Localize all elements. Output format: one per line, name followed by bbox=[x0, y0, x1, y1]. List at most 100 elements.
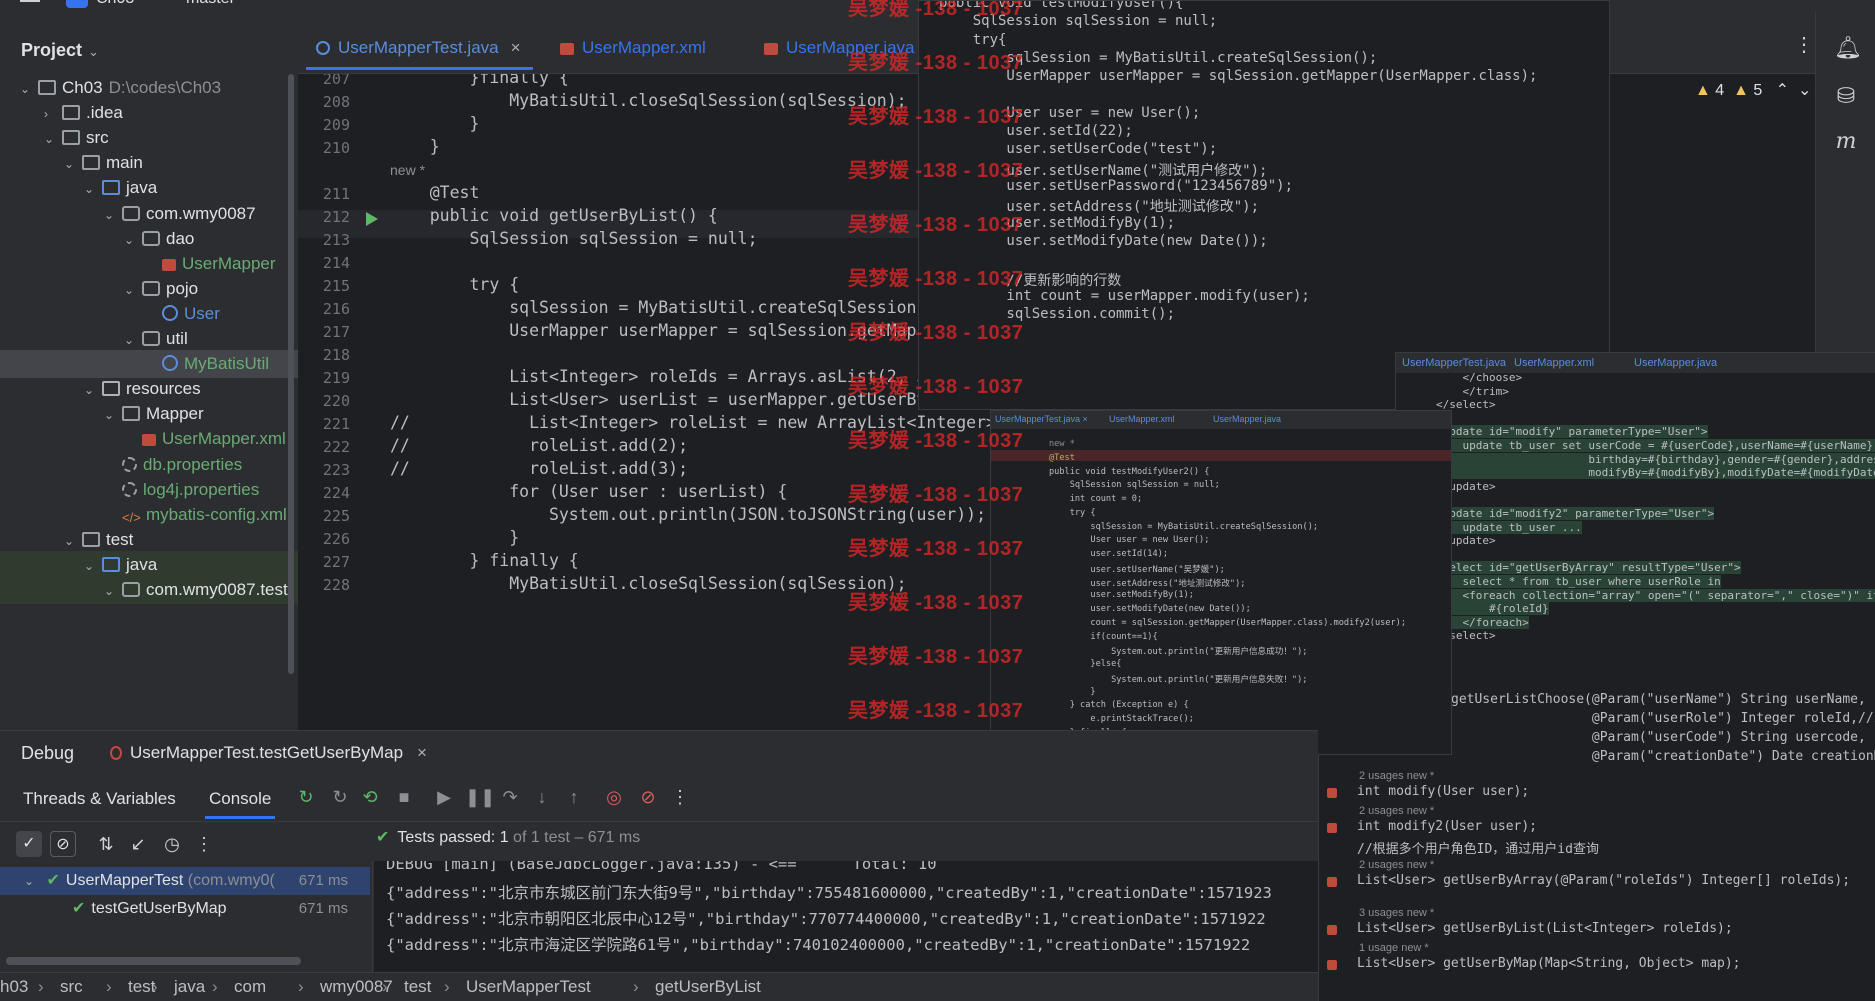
breadcrumb-item[interactable]: getUserByList bbox=[655, 973, 761, 1001]
code-line: } bbox=[390, 528, 520, 547]
test-tree-row[interactable]: ✔ testGetUserByMap 671 ms bbox=[0, 895, 370, 923]
show-passed-icon[interactable]: ✓ bbox=[16, 831, 42, 857]
code-line: } finally { bbox=[390, 551, 579, 570]
restart-icon[interactable]: ⟲ bbox=[359, 786, 381, 808]
breadcrumb-item[interactable]: com bbox=[234, 973, 266, 1001]
rerun-failed-icon[interactable]: ↻ bbox=[329, 786, 351, 808]
xml-config-icon: </> bbox=[122, 509, 141, 525]
package-icon bbox=[142, 331, 160, 346]
sort-icon[interactable]: ⇅ bbox=[94, 831, 118, 857]
mute-breakpoints-icon[interactable]: ⊘ bbox=[637, 786, 659, 808]
notifications-icon[interactable]: 🔔︎ bbox=[1834, 36, 1862, 60]
tree-item-test[interactable]: ⌄ test bbox=[0, 526, 298, 554]
run-test-icon[interactable] bbox=[366, 212, 378, 226]
tree-item-usermapper[interactable]: UserMapper bbox=[0, 250, 298, 278]
import-tests-icon[interactable]: ↙ bbox=[126, 831, 150, 857]
package-icon bbox=[122, 205, 140, 221]
chevron-down-icon: ⌄ bbox=[88, 44, 99, 59]
breadcrumb-item[interactable]: UserMapperTest bbox=[466, 973, 591, 1001]
tree-item-label: UserMapper bbox=[182, 253, 276, 273]
tree-item-mybatisutil[interactable]: MyBatisUtil bbox=[0, 350, 298, 379]
tree-item-resources[interactable]: ⌄ resources bbox=[0, 375, 298, 403]
tree-item-pojo[interactable]: ⌄ pojo bbox=[0, 275, 298, 303]
breadcrumb-item[interactable]: src bbox=[60, 973, 83, 1001]
watermark-text: 吴梦媛 -138 - 1037 bbox=[848, 322, 1024, 344]
rerun-icon[interactable]: ↻ bbox=[295, 786, 317, 808]
tab-console[interactable]: Console bbox=[204, 789, 276, 819]
branch-name[interactable]: master bbox=[186, 0, 235, 8]
tab-usermappertest[interactable]: UserMapperTest.java × bbox=[306, 38, 533, 70]
step-out-icon[interactable]: ↑ bbox=[563, 786, 585, 808]
overlay-code-line: //根据多个用户角色ID，通过用户id查询 bbox=[1357, 842, 1599, 857]
chevron-up-icon[interactable]: ⌃ bbox=[1776, 82, 1789, 99]
chevron-right-icon: › bbox=[444, 977, 450, 996]
show-ignored-icon[interactable]: ⊘ bbox=[50, 831, 76, 857]
tree-item-util[interactable]: ⌄ util bbox=[0, 325, 298, 353]
tree-item-label: MyBatisUtil bbox=[184, 354, 270, 374]
project-panel-title[interactable]: Project ⌄ bbox=[21, 40, 99, 61]
watermark-text: 吴梦媛 -138 - 1037 bbox=[848, 376, 1024, 398]
watermark-text: 吴梦媛 -138 - 1037 bbox=[848, 268, 1024, 290]
chevron-down-icon[interactable]: ⌄ bbox=[104, 577, 118, 605]
stop-icon[interactable]: ■ bbox=[393, 786, 415, 808]
bug-icon bbox=[110, 746, 122, 760]
breadcrumb-item[interactable]: h03 bbox=[0, 973, 28, 1001]
tree-item-dao[interactable]: ⌄ dao bbox=[0, 225, 298, 253]
watermark-text: 吴梦媛 -138 - 1037 bbox=[848, 484, 1024, 506]
breadcrumb-item[interactable]: test bbox=[404, 973, 431, 1001]
tree-item-ch03[interactable]: ⌄ Ch03 D:\codes\Ch03 bbox=[0, 74, 298, 102]
tab-threads-variables[interactable]: Threads & Variables bbox=[23, 789, 176, 809]
overlay-screenshot-modify-user2: UserMapperTest.java × UserMapper.xml Use… bbox=[990, 410, 1452, 755]
tree-item-com-wmy0087[interactable]: ⌄ com.wmy0087 bbox=[0, 200, 298, 228]
more-options-icon[interactable]: ⋮ bbox=[192, 831, 216, 857]
inspection-widget[interactable]: ▲ 4 ▲ 5 ⌃ ⌄ bbox=[1695, 80, 1811, 100]
tree-item-java[interactable]: ⌄ java bbox=[0, 550, 298, 579]
line-number: 226 bbox=[322, 530, 350, 548]
line-number: 216 bbox=[322, 300, 350, 318]
project-badge-icon[interactable] bbox=[66, 0, 88, 8]
main-menu-icon[interactable] bbox=[20, 0, 40, 3]
test-tree-row[interactable]: ⌄ ✔ UserMapperTest (com.wmy0( 671 ms bbox=[0, 867, 370, 895]
step-over-icon[interactable]: ↷ bbox=[499, 786, 521, 808]
tree-item-usermapper-xml[interactable]: UserMapper.xml bbox=[0, 425, 298, 453]
more-options-icon[interactable]: ⋮ bbox=[669, 786, 691, 808]
overlay-tab-bar: UserMapperTest.java × UserMapper.xml Use… bbox=[991, 411, 1451, 429]
maven-icon[interactable]: m bbox=[1834, 130, 1858, 154]
step-into-icon[interactable]: ↓ bbox=[531, 786, 553, 808]
pause-icon[interactable]: ❚❚ bbox=[465, 786, 495, 808]
breadcrumb-item[interactable]: java bbox=[174, 973, 205, 1001]
console-output[interactable]: DEBUG [main] (BaseJdbcLogger.java:135) -… bbox=[374, 861, 1318, 972]
folder-icon bbox=[82, 531, 100, 547]
chevron-right-icon: › bbox=[298, 977, 304, 996]
tree-item-src[interactable]: ⌄ src bbox=[0, 124, 298, 152]
database-icon[interactable]: ⛁ bbox=[1834, 84, 1858, 108]
test-history-icon[interactable]: ◷ bbox=[160, 831, 184, 857]
tree-item--idea[interactable]: › .idea bbox=[0, 99, 298, 127]
tree-item-label: db.properties bbox=[143, 454, 243, 474]
test-tree-scrollbar[interactable] bbox=[6, 957, 301, 965]
watermark-text: 吴梦媛 -138 - 1037 bbox=[848, 106, 1024, 128]
tree-item-mybatis-config-xml[interactable]: </> mybatis-config.xml bbox=[0, 501, 298, 529]
overlay-code-line: if(count==1){ bbox=[1049, 631, 1158, 642]
project-scrollbar[interactable] bbox=[288, 74, 294, 674]
tree-item-main[interactable]: ⌄ main bbox=[0, 149, 298, 177]
view-breakpoints-icon[interactable]: ◎ bbox=[603, 786, 625, 808]
project-name[interactable]: Ch03 bbox=[96, 0, 134, 8]
tab-usermapper-xml[interactable]: UserMapper.xml bbox=[560, 38, 706, 58]
chevron-down-icon: ⌄ bbox=[24, 874, 35, 888]
debug-session-tab[interactable]: UserMapperTest.testGetUserByMap × bbox=[110, 743, 427, 763]
divider bbox=[0, 821, 1318, 822]
close-icon[interactable]: × bbox=[417, 743, 427, 762]
tree-item-log4j-properties[interactable]: log4j.properties bbox=[0, 476, 298, 504]
tree-item-com-wmy0087-test[interactable]: ⌄ com.wmy0087.test bbox=[0, 576, 298, 604]
tree-item-db-properties[interactable]: db.properties bbox=[0, 451, 298, 479]
watermark-text: 吴梦媛 -138 - 1037 bbox=[848, 52, 1024, 74]
overlay-xml-line: <update id="modify" parameterType="User"… bbox=[1436, 425, 1708, 439]
close-tab-icon[interactable]: × bbox=[511, 38, 521, 57]
tree-item-user[interactable]: User bbox=[0, 300, 298, 328]
tree-item-java[interactable]: ⌄ java bbox=[0, 174, 298, 202]
chevron-down-icon[interactable]: ⌄ bbox=[1798, 82, 1811, 99]
more-tabs-icon[interactable]: ⋮ bbox=[1794, 32, 1814, 57]
tree-item-mapper[interactable]: ⌄ Mapper bbox=[0, 400, 298, 428]
resume-icon[interactable]: ▶ bbox=[433, 786, 455, 808]
